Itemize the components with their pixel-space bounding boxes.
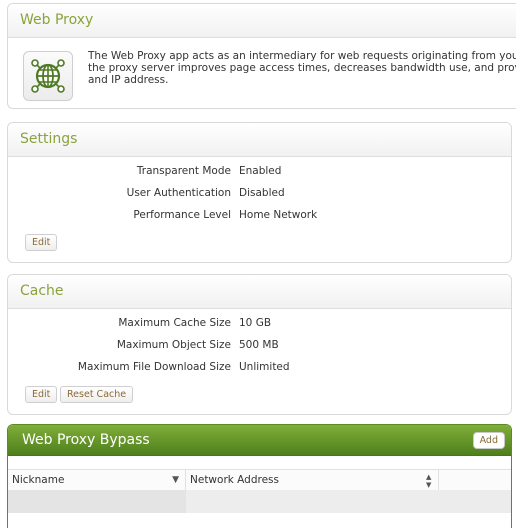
table-cell-nickname — [8, 490, 186, 513]
web-proxy-bypass-panel: Web Proxy Bypass Add Nickname ▼ Network … — [7, 424, 512, 528]
cache-label: Maximum Cache Size — [118, 317, 231, 329]
settings-panel: Settings Transparent Mode Enabled User A… — [7, 122, 512, 263]
intro-description-line: and IP address. — [88, 74, 169, 86]
settings-row-user-authentication: User Authentication Disabled — [8, 182, 511, 204]
settings-row-transparent-mode: Transparent Mode Enabled — [8, 160, 511, 182]
setting-value: Home Network — [239, 209, 318, 221]
setting-label: Performance Level — [133, 209, 231, 221]
settings-edit-button[interactable]: Edit — [25, 234, 58, 251]
cache-edit-button[interactable]: Edit — [25, 386, 58, 403]
intro-title: Web Proxy — [8, 4, 516, 38]
settings-row-performance-level: Performance Level Home Network — [8, 204, 511, 226]
table-cell-network-address — [186, 490, 439, 513]
cache-value: 10 GB — [239, 317, 272, 329]
intro-description-line: The Web Proxy app acts as an intermediar… — [88, 50, 516, 62]
cache-value: Unlimited — [239, 361, 290, 373]
column-header-nickname[interactable]: Nickname ▼ — [8, 470, 186, 490]
column-header-network-address[interactable]: Network Address ▲▼ — [186, 470, 439, 490]
globe-network-icon — [23, 51, 73, 101]
intro-description: The Web Proxy app acts as an intermediar… — [88, 50, 516, 86]
setting-label: Transparent Mode — [136, 165, 231, 177]
bypass-title: Web Proxy Bypass — [8, 425, 511, 456]
cache-value: 500 MB — [239, 339, 279, 351]
cache-row-max-cache-size: Maximum Cache Size 10 GB — [8, 312, 511, 334]
cache-row-max-object-size: Maximum Object Size 500 MB — [8, 334, 511, 356]
column-header-actions — [439, 470, 511, 490]
cache-title: Cache — [8, 275, 511, 309]
cache-label: Maximum File Download Size — [77, 361, 231, 373]
column-header-label: Network Address — [190, 474, 279, 486]
cache-row-max-file-download-size: Maximum File Download Size Unlimited — [8, 356, 511, 378]
settings-title: Settings — [8, 123, 511, 157]
cache-label: Maximum Object Size — [116, 339, 231, 351]
intro-description-line: the proxy server improves page access ti… — [88, 62, 516, 74]
column-header-label: Nickname — [12, 474, 65, 486]
cache-panel: Cache Maximum Cache Size 10 GB Maximum O… — [7, 274, 512, 415]
table-row — [8, 490, 511, 513]
bypass-table-header: Nickname ▼ Network Address ▲▼ — [8, 469, 511, 491]
sort-down-icon[interactable]: ▼ — [172, 470, 179, 490]
setting-value: Disabled — [239, 187, 285, 199]
add-bypass-button[interactable]: Add — [472, 432, 505, 449]
setting-value: Enabled — [239, 165, 282, 177]
setting-label: User Authentication — [126, 187, 231, 199]
reset-cache-button[interactable]: Reset Cache — [60, 386, 134, 403]
web-proxy-intro-panel: Web Proxy The Web Proxy app acts as an i… — [7, 3, 516, 109]
sort-toggle-icon[interactable]: ▲▼ — [426, 473, 432, 489]
